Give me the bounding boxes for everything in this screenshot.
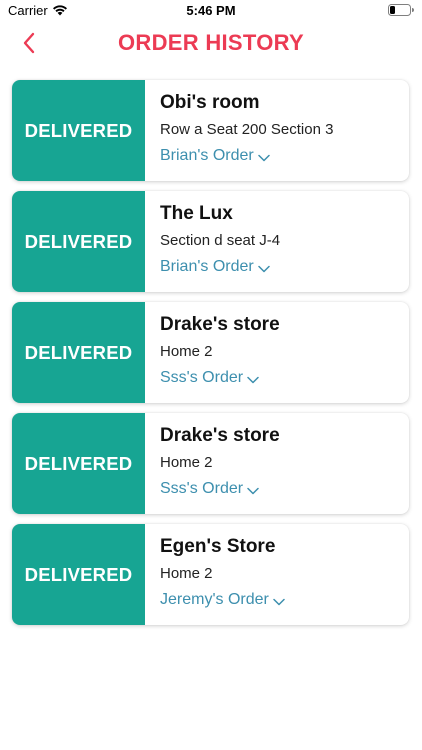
order-details: Drake's store Home 2 Sss's Order: [145, 413, 409, 514]
seat-location: Section d seat J-4: [160, 232, 281, 249]
chevron-down-icon: [247, 376, 259, 383]
page-title: ORDER HISTORY: [117, 30, 305, 55]
store-name: The Lux: [160, 203, 233, 224]
store-name: Egen's Store: [160, 536, 276, 557]
chevron-down-icon: [247, 487, 259, 494]
status-badge: DELIVERED: [12, 80, 145, 181]
order-owner-dropdown[interactable]: Sss's Order: [160, 480, 409, 498]
status-label: DELIVERED: [24, 341, 133, 363]
status-label: DELIVERED: [24, 119, 133, 141]
order-details: Obi's room Row a Seat 200 Section 3 Bria…: [145, 80, 409, 181]
chevron-down-icon: [273, 598, 285, 605]
order-owner-dropdown[interactable]: Brian's Order: [160, 147, 409, 165]
status-badge: DELIVERED: [12, 302, 145, 403]
order-card[interactable]: DELIVERED Drake's store Home 2 Sss's Ord…: [12, 413, 409, 514]
order-card[interactable]: DELIVERED Obi's room Row a Seat 200 Sect…: [12, 80, 409, 181]
store-name: Drake's store: [160, 314, 280, 335]
seat-location: Row a Seat 200 Section 3: [160, 121, 334, 138]
order-owner-dropdown[interactable]: Sss's Order: [160, 369, 409, 387]
chevron-down-icon: [258, 265, 270, 272]
status-badge: DELIVERED: [12, 413, 145, 514]
status-badge: DELIVERED: [12, 191, 145, 292]
order-owner-label: Jeremy's Order: [160, 591, 269, 608]
order-owner-label: Sss's Order: [160, 480, 244, 497]
chevron-down-icon: [258, 154, 270, 161]
store-name: Obi's room: [160, 92, 260, 113]
status-time: 5:46 PM: [186, 3, 236, 18]
order-card[interactable]: DELIVERED The Lux Section d seat J-4 Bri…: [12, 191, 409, 292]
order-owner-dropdown[interactable]: Brian's Order: [160, 258, 409, 276]
store-name: Drake's store: [160, 425, 280, 446]
order-owner-label: Sss's Order: [160, 369, 244, 386]
order-card[interactable]: DELIVERED Egen's Store Home 2 Jeremy's O…: [12, 524, 409, 625]
order-owner-dropdown[interactable]: Jeremy's Order: [160, 591, 409, 609]
order-owner-label: Brian's Order: [160, 258, 254, 275]
seat-location: Home 2: [160, 343, 213, 360]
seat-location: Home 2: [160, 565, 213, 582]
order-card[interactable]: DELIVERED Drake's store Home 2 Sss's Ord…: [12, 302, 409, 403]
order-list: DELIVERED Obi's room Row a Seat 200 Sect…: [12, 80, 410, 635]
nav-header: ORDER HISTORY: [0, 22, 422, 66]
status-label: DELIVERED: [24, 563, 133, 585]
battery-icon: [388, 4, 414, 16]
status-label: DELIVERED: [24, 230, 133, 252]
status-label: DELIVERED: [24, 452, 133, 474]
order-details: Drake's store Home 2 Sss's Order: [145, 302, 409, 403]
seat-location: Home 2: [160, 454, 213, 471]
status-badge: DELIVERED: [12, 524, 145, 625]
order-details: The Lux Section d seat J-4 Brian's Order: [145, 191, 409, 292]
order-owner-label: Brian's Order: [160, 147, 254, 164]
status-bar: Carrier 5:46 PM: [0, 0, 422, 22]
order-details: Egen's Store Home 2 Jeremy's Order: [145, 524, 409, 625]
